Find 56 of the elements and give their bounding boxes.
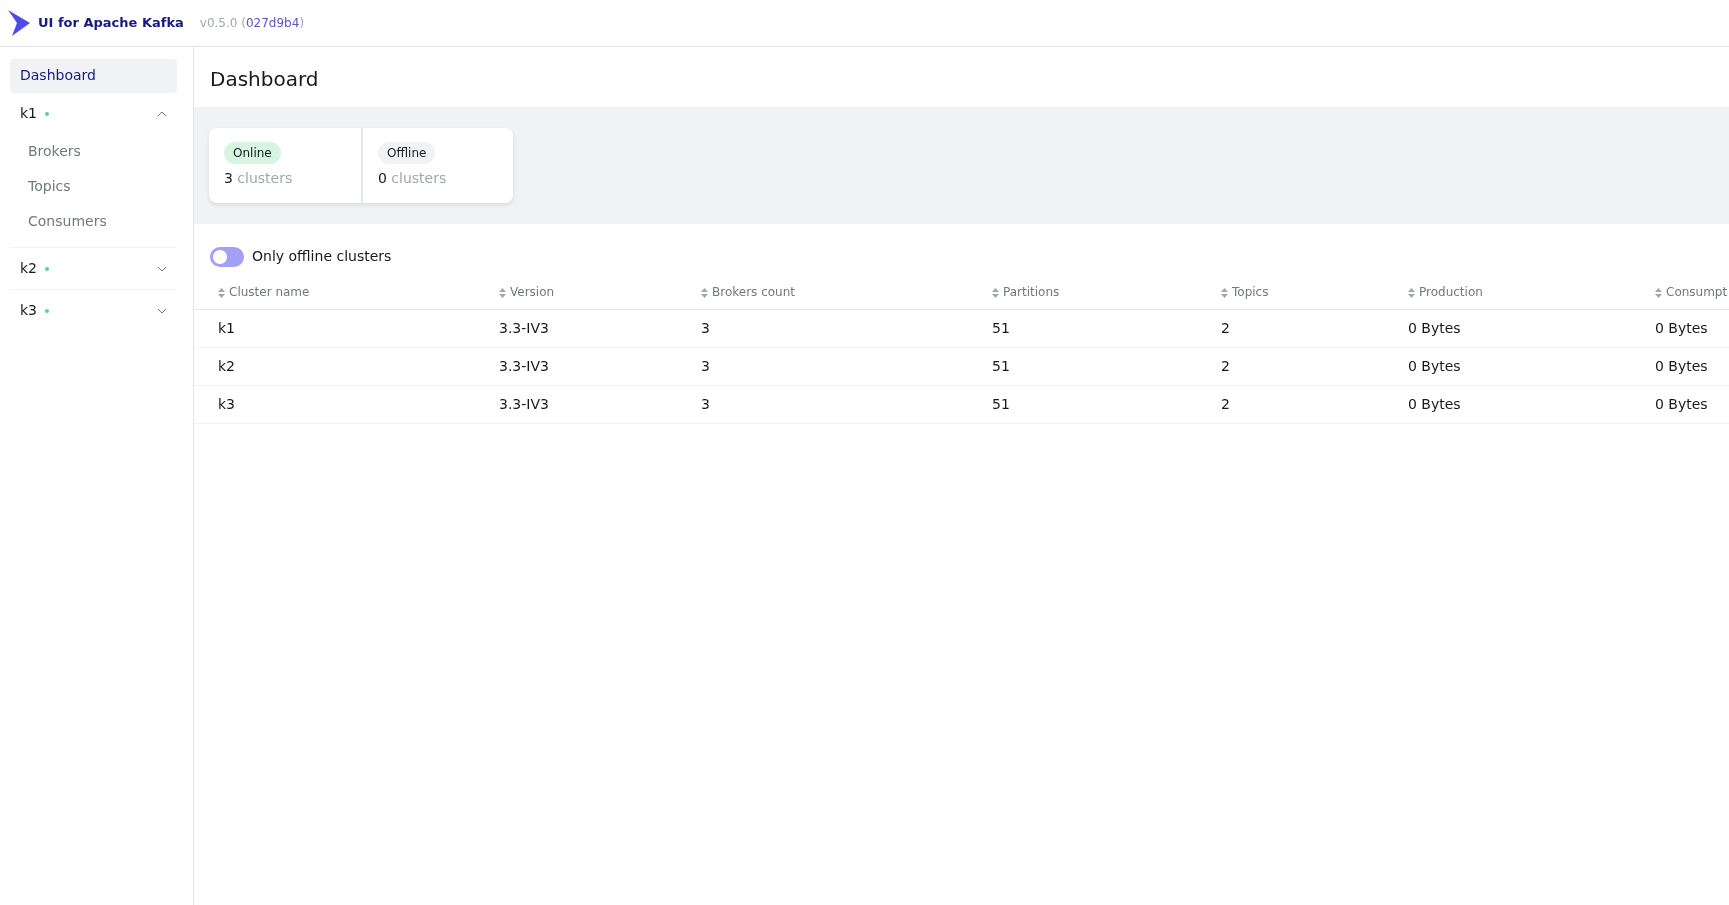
toggle-switch[interactable] xyxy=(210,246,244,267)
logo-icon[interactable] xyxy=(8,10,30,36)
sort-icon[interactable] xyxy=(1655,287,1662,298)
column-header[interactable]: Consumpt xyxy=(1655,275,1729,310)
chevron-down-icon[interactable] xyxy=(157,307,167,314)
sidebar-item[interactable]: Dashboard xyxy=(10,59,177,92)
status-tag: Online xyxy=(224,142,281,164)
toggle-label: Only offline clusters xyxy=(252,247,392,266)
sort-icon[interactable] xyxy=(218,287,225,298)
table-cell: 3.3-IV3 xyxy=(499,309,701,348)
table-cell: 0 Bytes xyxy=(1655,309,1729,348)
column-header[interactable]: Brokers count xyxy=(701,275,992,310)
column-header[interactable]: Version xyxy=(499,275,701,310)
table-cell: k3 xyxy=(194,385,499,424)
cluster-count: 3 clusters xyxy=(224,169,294,188)
app-title[interactable]: UI for Apache Kafka xyxy=(38,13,184,33)
table-cell: 2 xyxy=(1221,309,1408,348)
table-cell: 2 xyxy=(1221,347,1408,386)
column-header[interactable]: Production xyxy=(1408,275,1655,310)
table-cell: 3 xyxy=(701,385,992,424)
table-cell: 3 xyxy=(701,309,992,348)
table-cell: 0 Bytes xyxy=(1408,347,1655,386)
cluster-count: 0 clusters xyxy=(378,169,448,188)
table-cell: 51 xyxy=(992,309,1221,348)
sort-icon[interactable] xyxy=(992,287,999,298)
table-cell: 3 xyxy=(701,347,992,386)
table-cell: 0 Bytes xyxy=(1408,309,1655,348)
sort-icon[interactable] xyxy=(701,287,708,298)
cluster-name[interactable]: k3 xyxy=(20,300,37,321)
chevron-up-icon[interactable] xyxy=(157,110,167,117)
table-cell: 51 xyxy=(992,347,1221,386)
table-cell: k2 xyxy=(194,347,499,386)
table-cell: 0 Bytes xyxy=(1408,385,1655,424)
status-tag: Offline xyxy=(378,142,436,164)
cluster-name[interactable]: k2 xyxy=(20,258,37,279)
column-header[interactable]: Topics xyxy=(1221,275,1408,310)
table-cell: 2 xyxy=(1221,385,1408,424)
sort-icon[interactable] xyxy=(1408,287,1415,298)
sort-icon[interactable] xyxy=(499,287,506,298)
chevron-down-icon[interactable] xyxy=(157,265,167,272)
version-text: v0.5.0 (027d9b4) xyxy=(199,15,305,32)
sort-icon[interactable] xyxy=(1221,287,1228,298)
column-header[interactable]: Partitions xyxy=(992,275,1221,310)
page-title: Dashboard xyxy=(209,66,320,93)
commit-link[interactable]: 027d9b4 xyxy=(245,16,300,30)
table-cell: 3.3-IV3 xyxy=(499,385,701,424)
column-header[interactable]: Cluster name xyxy=(194,275,499,310)
table-cell: 3.3-IV3 xyxy=(499,347,701,386)
sidebar-subitem[interactable]: Brokers xyxy=(10,134,177,169)
sidebar-subitem[interactable]: Consumers xyxy=(10,204,177,239)
table-cell: 0 Bytes xyxy=(1655,385,1729,424)
sidebar-subitem[interactable]: Topics xyxy=(10,169,177,204)
table-cell: k1 xyxy=(194,309,499,348)
cluster-name[interactable]: k1 xyxy=(20,103,37,124)
table-cell: 0 Bytes xyxy=(1655,347,1729,386)
table-cell: 51 xyxy=(992,385,1221,424)
